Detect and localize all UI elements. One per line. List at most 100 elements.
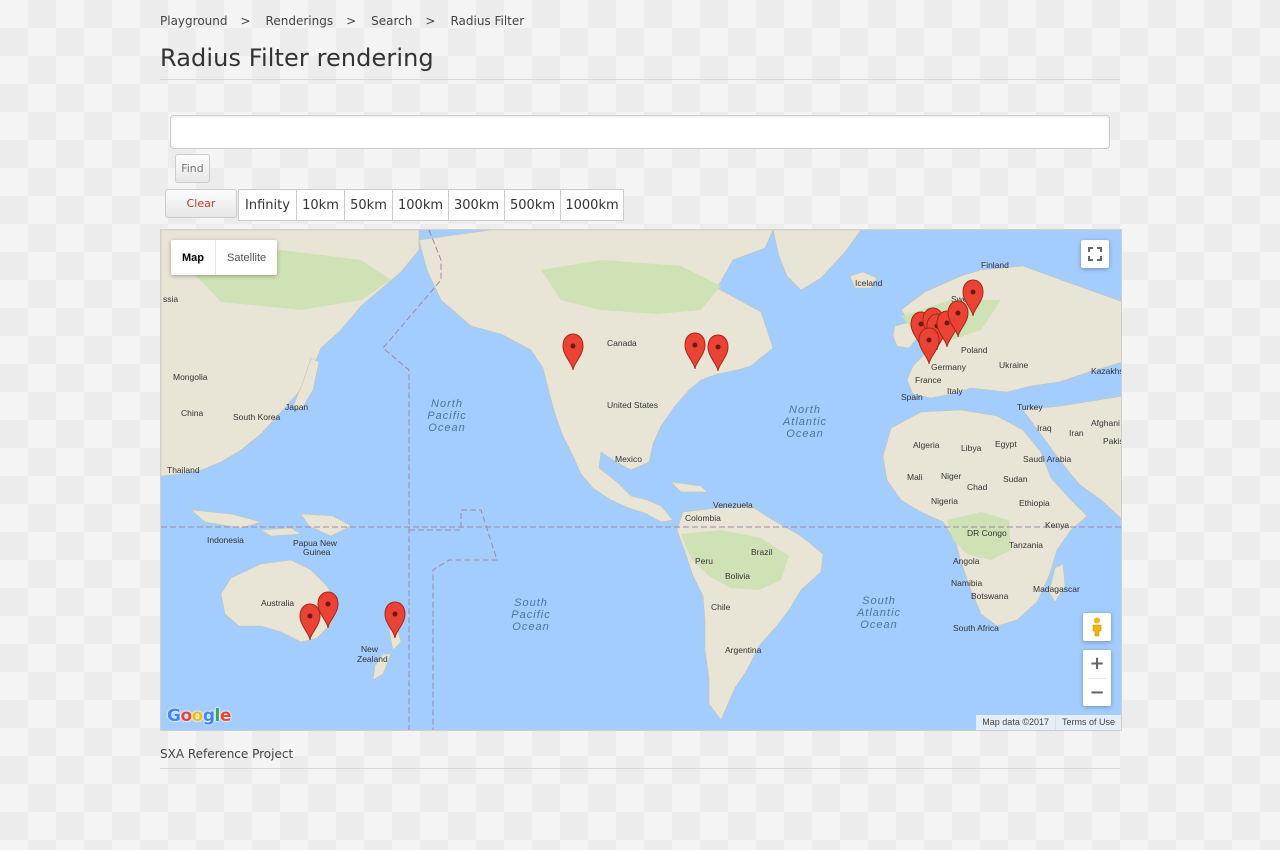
- breadcrumb-separator: >: [346, 14, 357, 28]
- clear-button[interactable]: Clear: [165, 189, 237, 218]
- search-input[interactable]: [170, 115, 1110, 149]
- map-label: Mexico: [615, 454, 642, 464]
- map-label: Mali: [907, 472, 923, 482]
- map-label: Chad: [967, 482, 988, 492]
- map-label: Zealand: [357, 654, 388, 664]
- footer-divider: [160, 768, 1120, 769]
- breadcrumb-separator: >: [425, 14, 436, 28]
- map-label: Iceland: [855, 278, 883, 288]
- map[interactable]: ssia Mongolia China South Korea Japan Th…: [160, 229, 1122, 731]
- breadcrumb-search[interactable]: Search: [371, 14, 412, 28]
- map-label: Colombia: [685, 513, 721, 523]
- map-label: Peru: [695, 556, 713, 566]
- map-attribution: Map data ©2017 Terms of Use: [976, 715, 1121, 730]
- map-type-satellite-button[interactable]: Satellite: [215, 240, 277, 275]
- svg-text:Ocean: Ocean: [786, 428, 823, 440]
- map-label: Germany: [931, 362, 967, 372]
- fullscreen-icon: [1088, 247, 1102, 261]
- svg-text:North: North: [431, 398, 463, 410]
- svg-text:Pacific: Pacific: [511, 609, 550, 621]
- svg-text:Ocean: Ocean: [860, 619, 897, 631]
- map-label: Brazil: [751, 547, 772, 557]
- map-label: Namibia: [951, 578, 982, 588]
- map-label: Afghani: [1091, 418, 1120, 428]
- map-label: China: [181, 408, 203, 418]
- map-label: Saudi Arabia: [1023, 454, 1071, 464]
- svg-text:Pacific: Pacific: [427, 410, 466, 422]
- map-label: Sudan: [1003, 474, 1028, 484]
- breadcrumb-radius-filter: Radius Filter: [450, 14, 525, 28]
- map-label: Australia: [261, 598, 294, 608]
- map-label: Egypt: [995, 439, 1017, 449]
- map-label: Guinea: [303, 547, 331, 557]
- radius-option-300km[interactable]: 300km: [448, 189, 505, 221]
- map-label: Mongolia: [173, 372, 208, 382]
- map-label: Ethiopia: [1019, 498, 1050, 508]
- zoom-in-button[interactable]: +: [1083, 650, 1111, 678]
- map-label: Italy: [947, 386, 963, 396]
- breadcrumb-playground[interactable]: Playground: [160, 14, 227, 28]
- map-label: Thailand: [167, 465, 200, 475]
- map-label: New: [361, 644, 379, 654]
- breadcrumb: Playground > Renderings > Search > Radiu…: [160, 13, 524, 29]
- page-title: Radius Filter rendering: [160, 44, 434, 72]
- map-label: Nigeria: [931, 496, 958, 506]
- map-data-text: Map data ©2017: [982, 717, 1049, 727]
- radius-option-10km[interactable]: 10km: [296, 189, 345, 221]
- map-label: ssia: [163, 294, 178, 304]
- svg-text:South: South: [514, 597, 548, 609]
- radius-options: Infinity 10km 50km 100km 300km 500km 100…: [238, 189, 624, 221]
- svg-text:North: North: [789, 404, 821, 416]
- terms-of-use-link[interactable]: Terms of Use: [1054, 715, 1121, 730]
- svg-text:Atlantic: Atlantic: [856, 607, 901, 619]
- map-label: Japan: [285, 402, 308, 412]
- map-label: Angola: [953, 556, 980, 566]
- map-label: Pakis: [1103, 436, 1122, 446]
- pegman-icon: [1092, 617, 1102, 637]
- map-label: Finland: [981, 260, 1009, 270]
- radius-option-500km[interactable]: 500km: [504, 189, 561, 221]
- zoom-out-button[interactable]: −: [1083, 679, 1111, 707]
- map-label: Libya: [961, 443, 982, 453]
- map-type-map-button[interactable]: Map: [171, 240, 215, 275]
- map-label: Iran: [1069, 428, 1084, 438]
- map-canvas[interactable]: ssia Mongolia China South Korea Japan Th…: [161, 230, 1122, 731]
- map-label: Indonesia: [207, 535, 244, 545]
- map-label: South Africa: [953, 623, 999, 633]
- zoom-control: + −: [1083, 650, 1111, 706]
- map-label: Kenya: [1045, 520, 1069, 530]
- svg-text:Ocean: Ocean: [428, 422, 465, 434]
- find-button[interactable]: Find: [175, 154, 210, 183]
- svg-text:Atlantic: Atlantic: [782, 416, 827, 428]
- map-label: United States: [607, 400, 658, 410]
- map-label: Venezuela: [713, 500, 753, 510]
- map-label: Argentina: [725, 645, 762, 655]
- map-type-control: Map Satellite: [171, 240, 278, 275]
- map-label: Tanzania: [1009, 540, 1043, 550]
- svg-text:South: South: [862, 595, 896, 607]
- breadcrumb-separator: >: [240, 14, 251, 28]
- map-label: Canada: [607, 338, 637, 348]
- map-label: Algeria: [913, 440, 940, 450]
- google-logo: Google: [167, 706, 231, 726]
- map-label: South Korea: [233, 412, 281, 422]
- breadcrumb-renderings[interactable]: Renderings: [266, 14, 334, 28]
- radius-option-1000km[interactable]: 1000km: [560, 189, 624, 221]
- map-label: Bolivia: [725, 571, 750, 581]
- svg-text:Ocean: Ocean: [512, 621, 549, 633]
- map-label: Madagascar: [1033, 584, 1080, 594]
- map-label: Spain: [901, 392, 923, 402]
- map-label: France: [915, 375, 942, 385]
- map-label: Kazakhs: [1091, 366, 1122, 376]
- fullscreen-button[interactable]: [1081, 240, 1109, 268]
- map-label: Iraq: [1037, 423, 1052, 433]
- map-label: Niger: [941, 471, 961, 481]
- radius-option-infinity[interactable]: Infinity: [238, 189, 297, 221]
- map-label: DR Congo: [967, 528, 1007, 538]
- street-view-button[interactable]: [1083, 613, 1111, 641]
- radius-option-100km[interactable]: 100km: [392, 189, 449, 221]
- footer-text: SXA Reference Project: [160, 747, 294, 761]
- map-label: Turkey: [1017, 402, 1043, 412]
- radius-option-50km[interactable]: 50km: [344, 189, 393, 221]
- map-label: Poland: [961, 345, 988, 355]
